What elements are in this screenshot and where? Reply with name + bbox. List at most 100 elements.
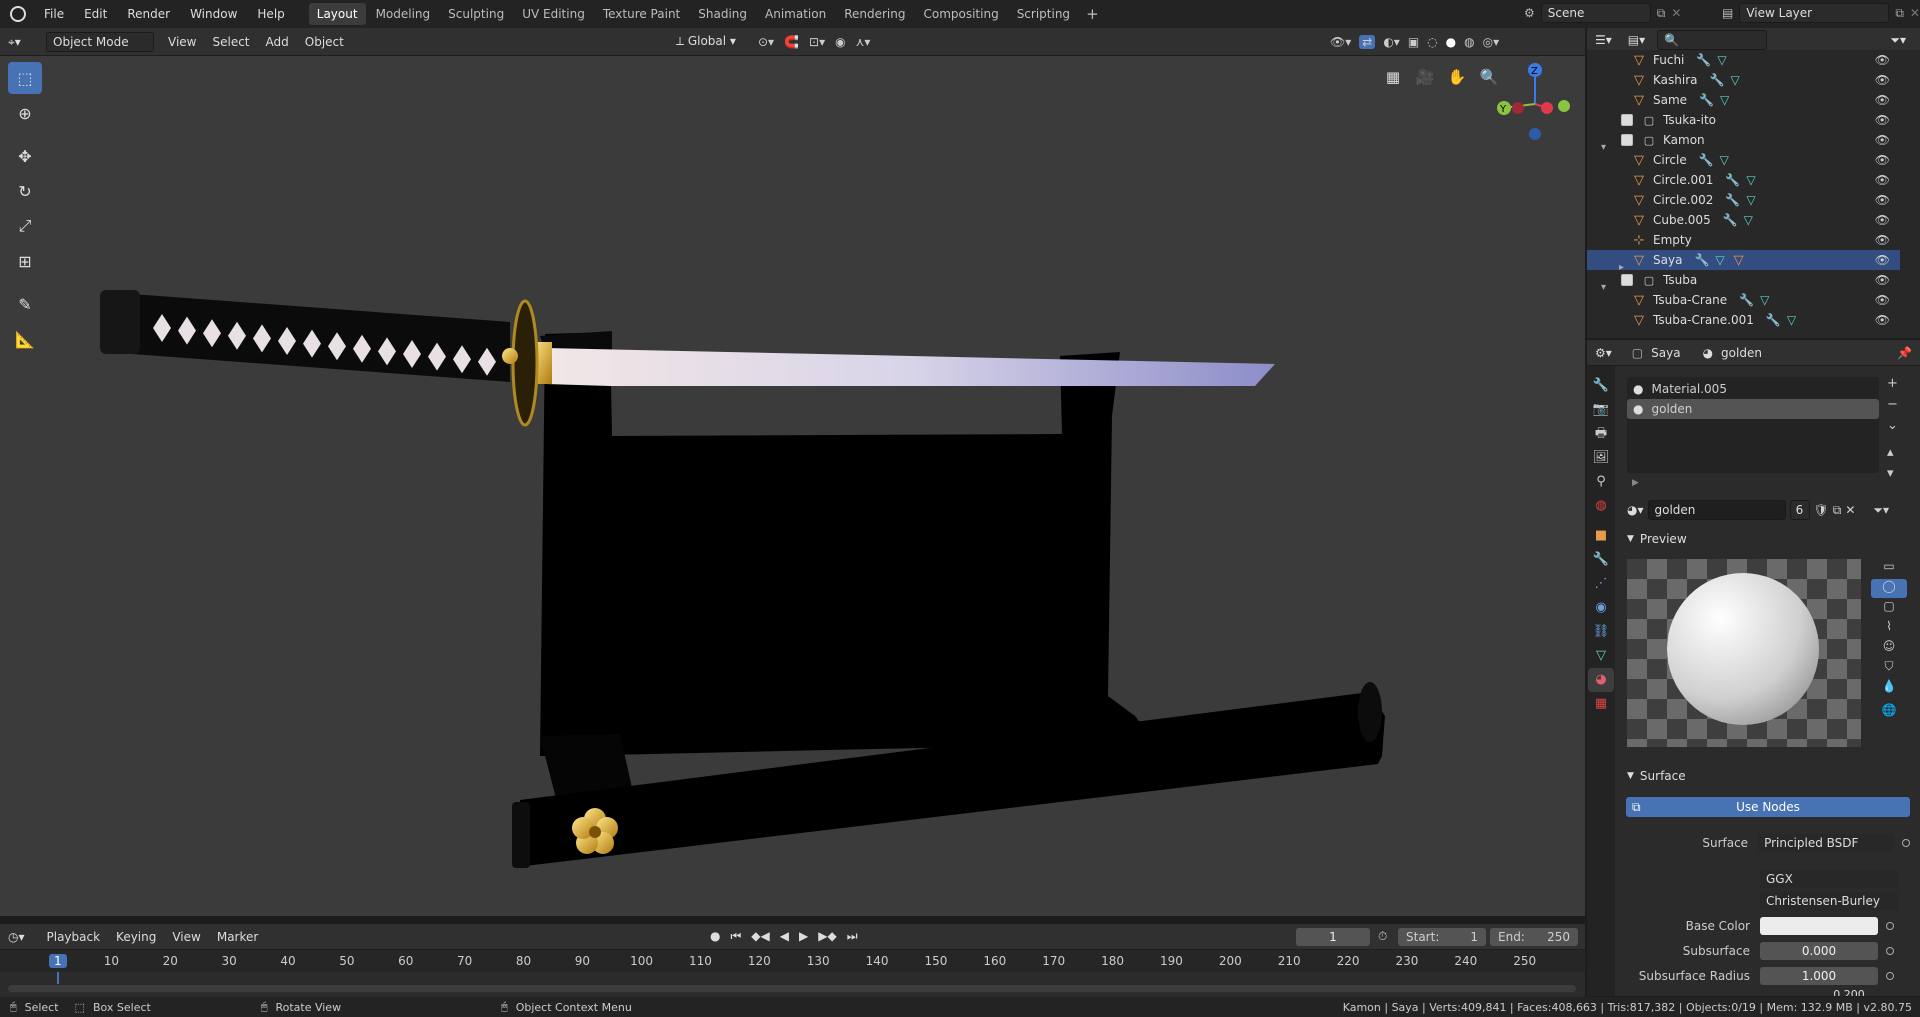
material-tab-icon[interactable]: ◕ [1588,668,1614,692]
new-scene-icon[interactable]: ⧉ [1657,6,1666,21]
auto-keying-icon[interactable]: ● [710,929,720,944]
tool-tab-icon[interactable]: 🔧 [1588,374,1614,398]
viewport-menu-select[interactable]: Select [204,32,257,52]
menu-window[interactable]: Window [180,0,247,28]
editor-type-icon[interactable]: ⌖▾ [0,32,36,52]
pan-view-icon[interactable]: ✋ [1444,64,1470,90]
navigation-gizmo[interactable]: Z Y [1490,60,1570,140]
solid-shading-icon[interactable]: ● [1446,35,1456,49]
material-users[interactable]: 6 [1789,500,1810,520]
link-type-icon[interactable]: ⏷▾ [1873,503,1889,518]
orientation-selector[interactable]: ⟂ Global ▾ [670,32,746,52]
jump-end-icon[interactable]: ⏭ [847,929,858,944]
timeline-menu-playback[interactable]: Playback [39,927,109,947]
delete-scene-icon[interactable]: ✕ [1671,6,1681,20]
rotate-tool-icon[interactable]: ↻ [8,175,42,207]
overlays-icon[interactable]: ◐▾ [1383,35,1400,49]
preview-world-icon[interactable]: 🌐 [1871,703,1907,722]
visibility-eye-icon[interactable]: 👁 [1875,253,1890,267]
end-frame-field[interactable]: End: 250 [1490,927,1578,946]
modifier-wrench-icon[interactable]: 🔧 [1710,73,1725,87]
material-slot-material-005[interactable]: ● Material.005 [1627,379,1879,399]
world-tab-icon[interactable]: ◍ [1588,494,1614,518]
base-color-socket-icon[interactable] [1886,922,1894,930]
outliner-item-label[interactable]: Circle.001 [1653,173,1713,187]
slot-specials-icon[interactable]: ⌄ [1887,418,1898,433]
visibility-eye-icon[interactable]: 👁 [1875,133,1890,147]
visibility-icon[interactable]: 👁▾ [1330,35,1351,49]
material-name-field[interactable]: golden [1647,500,1786,520]
visibility-eye-icon[interactable]: 👁 [1875,213,1890,227]
play-reverse-icon[interactable]: ◀ [780,929,789,944]
collection-checkbox[interactable] [1621,274,1633,286]
mesh-data-icon[interactable]: ▽ [1746,173,1755,187]
viewport-menu-add[interactable]: Add [258,32,297,52]
surface-collapse-icon[interactable]: ▼ [1627,771,1634,781]
wireframe-shading-icon[interactable]: ◌ [1427,35,1437,49]
preview-flat-icon[interactable]: ▭ [1871,559,1907,578]
collection-checkbox[interactable] [1621,134,1633,146]
falloff-icon[interactable]: ⋏▾ [856,35,871,49]
tab-uv-editing[interactable]: UV Editing [514,3,593,25]
preview-cube-icon[interactable]: ▢ [1871,599,1907,618]
visibility-eye-icon[interactable]: 👁 [1875,53,1890,67]
modifier-wrench-icon[interactable]: 🔧 [1739,293,1754,307]
outliner-item-label[interactable]: Circle.002 [1653,193,1713,207]
subsurface-method-selector[interactable]: Christensen-Burley [1760,892,1898,910]
outliner-editor-type-icon[interactable]: ☰▾ [1587,30,1620,50]
modifier-wrench-icon[interactable]: 🔧 [1725,173,1740,187]
menu-help[interactable]: Help [247,0,294,28]
transform-tool-icon[interactable]: ⊞ [8,245,42,277]
link-socket-icon[interactable] [1902,839,1910,847]
menu-edit[interactable]: Edit [74,0,117,28]
subsurface-radius-socket-icon[interactable] [1886,972,1894,980]
tab-compositing[interactable]: Compositing [915,3,1006,25]
timeline-editor-type-icon[interactable]: ◷▾ [0,927,33,947]
visibility-eye-icon[interactable]: 👁 [1875,93,1890,107]
mesh-data-icon[interactable]: ▽ [1760,293,1769,307]
modifier-wrench-icon[interactable]: 🔧 [1696,53,1711,67]
visibility-eye-icon[interactable]: 👁 [1875,113,1890,127]
viewport-menu-view[interactable]: View [160,32,204,52]
select-box-tool-icon[interactable]: ⬚ [8,62,42,94]
preview-monkey-icon[interactable]: ☺ [1871,639,1907,658]
proportional-edit-icon[interactable]: ◉ [835,35,845,49]
preview-hair-icon[interactable]: ⌇ [1871,619,1907,638]
timeline-menu-marker[interactable]: Marker [209,927,266,947]
output-tab-icon[interactable]: 🖶 [1588,422,1614,446]
mesh-data-icon[interactable]: ▽ [1720,153,1729,167]
outliner-row-kamon[interactable]: ▾ ▢ Kamon 👁 [1587,130,1900,153]
add-workspace-icon[interactable]: + [1078,3,1107,25]
visibility-eye-icon[interactable]: 👁 [1875,153,1890,167]
menu-file[interactable]: File [34,0,74,28]
mesh-data-icon[interactable]: ▽ [1744,213,1753,227]
snap-target-icon[interactable]: ⊡▾ [809,35,825,49]
outliner-item-label[interactable]: Empty [1653,233,1692,247]
tab-animation[interactable]: Animation [757,3,834,25]
jump-start-icon[interactable]: ⏮ [730,929,741,944]
outliner-item-label[interactable]: Saya [1653,253,1682,267]
mesh-data-icon[interactable]: ▽ [1715,253,1724,268]
visibility-eye-icon[interactable]: 👁 [1875,293,1890,307]
base-color-swatch[interactable] [1760,917,1878,935]
visibility-eye-icon[interactable]: 👁 [1875,193,1890,207]
preview-sphere-icon[interactable]: ◯ [1871,579,1907,598]
timeline-menu-keying[interactable]: Keying [108,927,164,947]
pin-icon[interactable]: 📌 [1897,346,1912,360]
mesh-data-icon[interactable]: ▽ [1730,73,1739,87]
mode-selector[interactable]: Object Mode [46,31,154,52]
render-tab-icon[interactable]: 📷 [1588,398,1614,422]
outliner-item-label[interactable]: Circle [1653,153,1687,167]
visibility-eye-icon[interactable]: 👁 [1875,313,1890,327]
tab-rendering[interactable]: Rendering [836,3,913,25]
view-layer-tab-icon[interactable]: 🖼 [1588,446,1614,470]
preview-range-icon[interactable]: ⏱ [1378,929,1387,944]
modifier-wrench-icon[interactable]: 🔧 [1766,313,1781,327]
constraints-tab-icon[interactable]: ⛓ [1588,620,1614,644]
collection-checkbox[interactable] [1621,114,1633,126]
visibility-eye-icon[interactable]: 👁 [1875,273,1890,287]
modifier-wrench-icon[interactable]: 🔧 [1723,213,1738,227]
jump-keyframe-back-icon[interactable]: ◆◀ [751,929,769,944]
toggle-perspective-icon[interactable]: ▦ [1380,64,1406,90]
3d-viewport[interactable]: ⬚ ⊕ ✥ ↻ ⤢ ⊞ ✎ 📐 ▦ 🎥 ✋ 🔍 Z Y [0,56,1585,916]
